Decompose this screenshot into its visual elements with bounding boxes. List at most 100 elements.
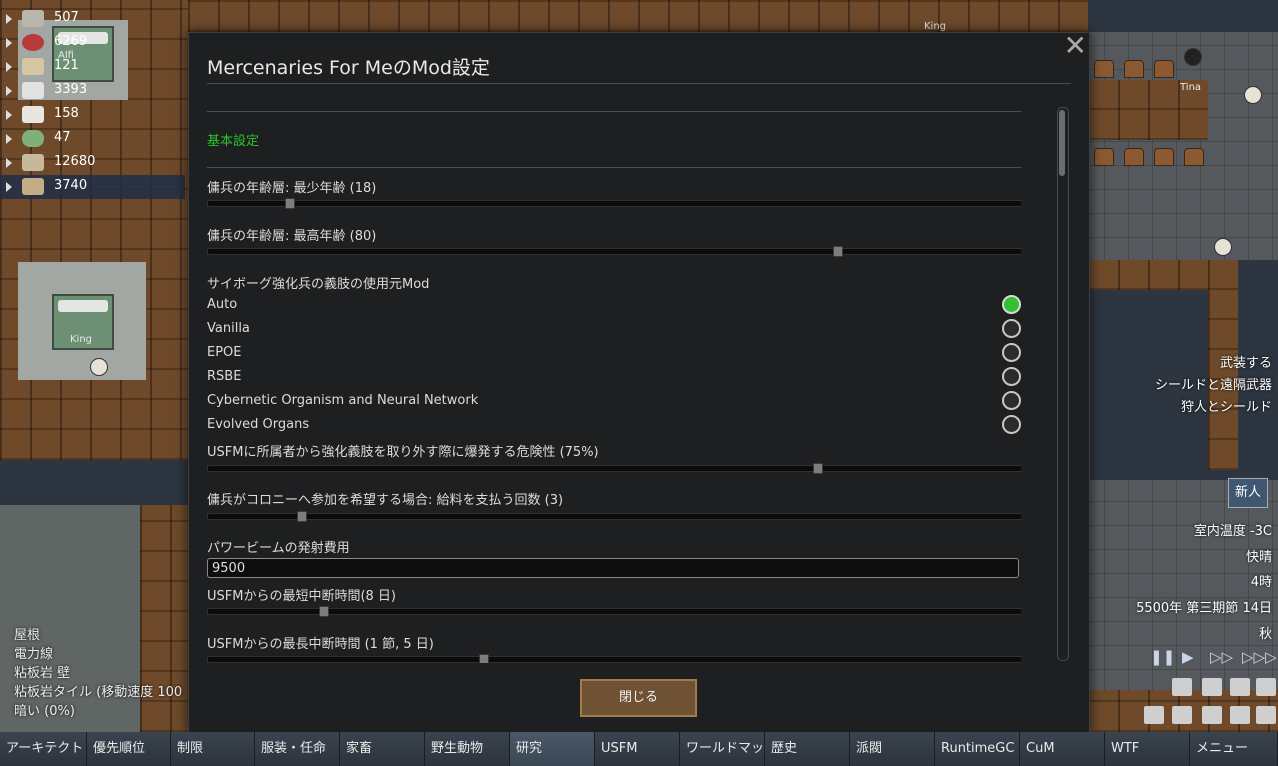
- roof-toggle-icon[interactable]: [1256, 678, 1276, 696]
- max-break-slider[interactable]: [207, 654, 1021, 663]
- resource-count: 6269: [54, 34, 88, 49]
- scrollbar-thumb[interactable]: [1059, 110, 1065, 176]
- grid-toggle-icon[interactable]: [1144, 706, 1164, 724]
- dialog-title: Mercenaries For MeのMod設定: [207, 57, 490, 79]
- expand-arrow-icon[interactable]: [6, 182, 12, 192]
- tab-usfm[interactable]: USFM: [595, 732, 680, 766]
- slider-handle[interactable]: [478, 654, 489, 663]
- tab-factions[interactable]: 派閥: [850, 732, 935, 766]
- explode-risk-slider[interactable]: [207, 463, 1021, 474]
- fast-forward-icon[interactable]: ▷▷: [1210, 648, 1233, 666]
- date-readout: 5500年 第三期節 14日: [1136, 601, 1272, 616]
- resource-count: 3393: [54, 82, 88, 97]
- play-icon[interactable]: ▶: [1182, 648, 1194, 666]
- radio-auto[interactable]: [1002, 295, 1021, 314]
- colonist-pawn[interactable]: [1184, 48, 1202, 66]
- tab-cum[interactable]: CuM: [1020, 732, 1105, 766]
- resource-row-wood[interactable]: 121: [0, 55, 185, 79]
- radio-option-label[interactable]: Evolved Organs: [207, 417, 309, 432]
- resource-row-cloth[interactable]: 3393: [0, 79, 185, 103]
- resource-row-steel[interactable]: 12680: [0, 151, 185, 175]
- expand-arrow-icon[interactable]: [6, 14, 12, 24]
- radio-option-label[interactable]: Vanilla: [207, 321, 250, 336]
- chair: [1184, 148, 1204, 166]
- radio-epoe[interactable]: [1002, 343, 1021, 362]
- radio-cybernetic[interactable]: [1002, 391, 1021, 410]
- outfit-policy-shield-ranged[interactable]: シールドと遠隔武器: [1155, 374, 1272, 393]
- resource-count: 12680: [54, 154, 96, 169]
- settings-scrollbar[interactable]: [1057, 107, 1069, 661]
- expand-arrow-icon[interactable]: [6, 38, 12, 48]
- chart-toggle-icon[interactable]: [1172, 706, 1192, 724]
- radio-option-label[interactable]: RSBE: [207, 369, 241, 384]
- inspect-line: 粘板岩 壁: [14, 666, 71, 681]
- outfit-policy-armed[interactable]: 武装する: [1220, 352, 1272, 371]
- tab-runtimegc[interactable]: RuntimeGC: [935, 732, 1020, 766]
- expand-arrow-icon[interactable]: [6, 134, 12, 144]
- tab-world[interactable]: ワールドマッ: [680, 732, 765, 766]
- search-toggle-icon[interactable]: [1202, 706, 1222, 724]
- close-icon[interactable]: ✕: [1064, 29, 1087, 62]
- tab-menu[interactable]: メニュー: [1190, 732, 1278, 766]
- tab-work[interactable]: 優先順位: [87, 732, 171, 766]
- radio-rsbe[interactable]: [1002, 367, 1021, 386]
- weather-readout: 快晴: [1245, 550, 1272, 565]
- close-button[interactable]: 閉じる: [580, 679, 697, 717]
- resource-row-silver[interactable]: 507: [0, 7, 185, 31]
- tab-wtf[interactable]: WTF: [1105, 732, 1190, 766]
- slider-handle[interactable]: [833, 246, 844, 257]
- superfast-forward-icon[interactable]: ▷▷▷: [1242, 648, 1277, 666]
- outfit-policy-hunter-shield[interactable]: 狩人とシールド: [1181, 396, 1272, 415]
- resource-row-chunk[interactable]: 3740: [0, 175, 185, 199]
- season-readout: 秋: [1258, 627, 1272, 642]
- slider-handle[interactable]: [812, 463, 823, 474]
- resource-count: 158: [54, 106, 79, 121]
- expand-arrow-icon[interactable]: [6, 62, 12, 72]
- tab-architect[interactable]: アーキテクト: [0, 732, 87, 766]
- radio-option-label[interactable]: EPOE: [207, 345, 242, 360]
- colonist-pawn[interactable]: [90, 358, 108, 376]
- tab-history[interactable]: 歴史: [765, 732, 850, 766]
- resource-readout: 507 6269 121 3393 158 47 12680 3740: [0, 7, 185, 199]
- resource-row-pill[interactable]: 47: [0, 127, 185, 151]
- resource-count: 47: [54, 130, 71, 145]
- max-age-slider[interactable]: [207, 246, 1021, 257]
- powerbeam-cost-field[interactable]: 9500: [207, 558, 1019, 578]
- expand-arrow-icon[interactable]: [6, 110, 12, 120]
- tab-restrict[interactable]: 制限: [171, 732, 255, 766]
- tab-animals[interactable]: 家畜: [340, 732, 425, 766]
- resource-row-berries[interactable]: 6269: [0, 31, 185, 55]
- zone-toggle-icon[interactable]: [1256, 706, 1276, 724]
- tab-research[interactable]: 研究: [510, 732, 595, 766]
- expand-arrow-icon[interactable]: [6, 158, 12, 168]
- min-break-slider[interactable]: [207, 606, 1021, 617]
- beauty-toggle-icon[interactable]: [1230, 706, 1250, 724]
- home-zone-toggle-icon[interactable]: [1230, 678, 1250, 696]
- radio-option-label[interactable]: Auto: [207, 297, 237, 312]
- dark-floor: [0, 460, 188, 510]
- settings-list[interactable]: 基本設定 傭兵の年齢層: 最少年齢 (18) 傭兵の年齢層: 最高年齢 (80)…: [207, 111, 1021, 663]
- colonist-pawn[interactable]: [1214, 238, 1232, 256]
- slider-handle[interactable]: [284, 198, 295, 209]
- time-readout: 4時: [1250, 575, 1272, 590]
- pawn-name-label: King: [70, 334, 93, 345]
- colonist-pawn[interactable]: [1244, 86, 1262, 104]
- new-colonist-button[interactable]: 新人: [1228, 478, 1268, 508]
- radio-evolved-organs[interactable]: [1002, 415, 1021, 434]
- slider-handle[interactable]: [296, 511, 307, 522]
- radio-option-label[interactable]: Cybernetic Organism and Neural Network: [207, 393, 478, 408]
- overlay-toggles: [1140, 676, 1278, 732]
- tools-toggle-icon[interactable]: [1202, 678, 1222, 696]
- pause-icon[interactable]: ❚❚: [1150, 648, 1175, 666]
- tab-wildlife[interactable]: 野生動物: [425, 732, 510, 766]
- inspect-line: 粘板岩タイル (移動速度 100: [14, 685, 183, 700]
- tab-assign[interactable]: 服装・任命: [255, 732, 340, 766]
- resource-row-medicine[interactable]: 158: [0, 103, 185, 127]
- expand-arrow-icon[interactable]: [6, 86, 12, 96]
- list-toggle-icon[interactable]: [1172, 678, 1192, 696]
- salary-count-slider[interactable]: [207, 511, 1021, 522]
- min-age-slider[interactable]: [207, 198, 1021, 209]
- salary-count-label: 傭兵がコロニーへ参加を希望する場合: 給料を支払う回数 (3): [207, 493, 564, 508]
- slider-handle[interactable]: [319, 606, 330, 617]
- radio-vanilla[interactable]: [1002, 319, 1021, 338]
